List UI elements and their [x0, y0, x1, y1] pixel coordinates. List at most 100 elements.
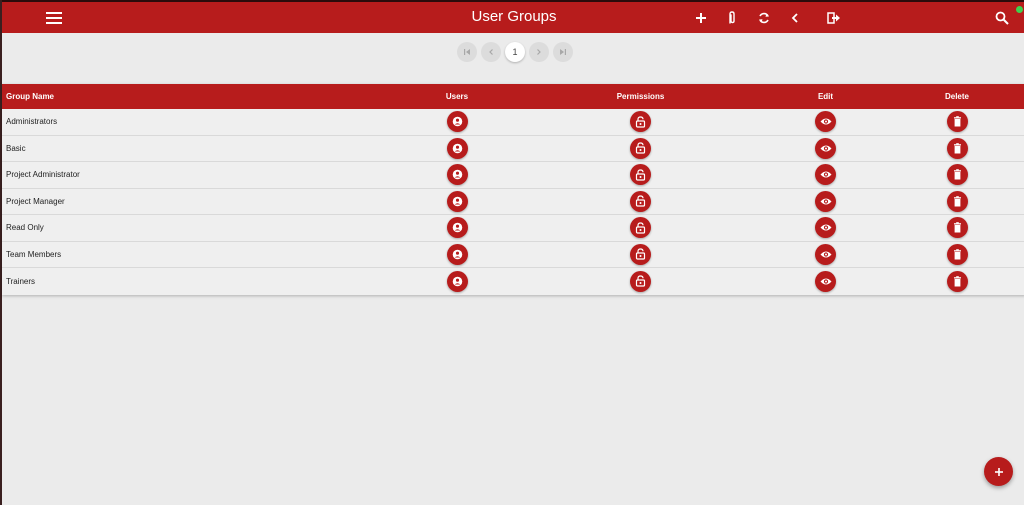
- permissions-cell: [547, 217, 734, 239]
- last-page-icon[interactable]: [553, 42, 573, 62]
- header-edit: Edit: [817, 92, 834, 101]
- permissions-cell: [547, 270, 734, 292]
- users-button[interactable]: [446, 243, 468, 265]
- status-indicator: [1016, 6, 1023, 13]
- eye-icon: [820, 144, 832, 153]
- users-cell: [367, 190, 547, 212]
- header-delete: Delete: [944, 92, 969, 101]
- header-group-name: Group Name: [6, 92, 55, 101]
- edit-cell: [734, 217, 917, 239]
- users-button[interactable]: [446, 137, 468, 159]
- group-name-cell: Project Manager: [6, 196, 65, 206]
- user-icon: [452, 169, 463, 180]
- edit-button[interactable]: [815, 217, 836, 239]
- users-cell: [367, 164, 547, 186]
- delete-button[interactable]: [946, 164, 968, 186]
- group-name-cell: Read Only: [6, 223, 44, 233]
- user-icon: [452, 222, 463, 233]
- edit-cell: [734, 164, 917, 186]
- table-row: Read Only: [2, 215, 1024, 242]
- lock-icon: [635, 116, 646, 128]
- permissions-button[interactable]: [630, 111, 651, 133]
- page-title: User Groups: [471, 8, 557, 25]
- users-cell: [367, 217, 547, 239]
- edit-cell: [734, 243, 917, 265]
- delete-cell: [917, 111, 997, 133]
- back-icon[interactable]: [783, 6, 807, 30]
- user-icon: [452, 249, 463, 260]
- edit-cell: [734, 270, 917, 292]
- first-page-icon[interactable]: [457, 42, 477, 62]
- delete-cell: [917, 190, 997, 212]
- delete-button[interactable]: [946, 137, 968, 159]
- delete-button[interactable]: [946, 190, 968, 212]
- edit-button[interactable]: [815, 164, 836, 186]
- eye-icon: [820, 250, 832, 259]
- delete-button[interactable]: [946, 217, 968, 239]
- attach-icon[interactable]: [720, 6, 744, 30]
- delete-button[interactable]: [946, 270, 968, 292]
- search-icon[interactable]: [990, 6, 1014, 30]
- header-users: Users: [445, 92, 469, 101]
- table-header: Group Name Users Permissions Edit Delete: [2, 84, 1024, 109]
- edit-button[interactable]: [815, 190, 836, 212]
- permissions-button[interactable]: [630, 164, 651, 186]
- refresh-icon[interactable]: [752, 6, 776, 30]
- permissions-button[interactable]: [630, 190, 651, 212]
- table-body: Administrators Basic Project Administrator…: [2, 109, 1024, 295]
- edit-button[interactable]: [815, 111, 836, 133]
- edit-button[interactable]: [815, 137, 836, 159]
- lock-icon: [635, 275, 646, 287]
- lock-icon: [635, 195, 646, 207]
- users-button[interactable]: [446, 190, 468, 212]
- prev-page-icon[interactable]: [481, 42, 501, 62]
- delete-button[interactable]: [946, 243, 968, 265]
- eye-icon: [820, 277, 832, 286]
- user-icon: [452, 276, 463, 287]
- logout-icon[interactable]: [822, 6, 846, 30]
- users-button[interactable]: [446, 111, 468, 133]
- user-icon: [452, 143, 463, 154]
- table-row: Project Administrator: [2, 162, 1024, 189]
- permissions-cell: [547, 190, 734, 212]
- add-group-button[interactable]: [984, 457, 1013, 486]
- table-row: Team Members: [2, 242, 1024, 268]
- table-row: Project Manager: [2, 189, 1024, 215]
- app-window: User Groups 1 Group Name Users Permissio…: [0, 0, 1024, 505]
- delete-cell: [917, 164, 997, 186]
- users-cell: [367, 111, 547, 133]
- user-icon: [452, 196, 463, 207]
- trash-icon: [953, 248, 962, 260]
- group-name-cell: Project Administrator: [6, 170, 80, 180]
- users-button[interactable]: [446, 270, 468, 292]
- add-icon[interactable]: [689, 6, 713, 30]
- table-row: Administrators: [2, 109, 1024, 136]
- users-button[interactable]: [446, 164, 468, 186]
- permissions-cell: [547, 164, 734, 186]
- delete-cell: [917, 243, 997, 265]
- edit-cell: [734, 111, 917, 133]
- edit-button[interactable]: [815, 270, 836, 292]
- trash-icon: [953, 275, 962, 287]
- edit-cell: [734, 190, 917, 212]
- delete-button[interactable]: [946, 111, 968, 133]
- edit-button[interactable]: [815, 243, 836, 265]
- users-cell: [367, 243, 547, 265]
- page-number[interactable]: 1: [505, 42, 525, 62]
- permissions-button[interactable]: [630, 137, 651, 159]
- permissions-button[interactable]: [630, 243, 651, 265]
- table-row: Trainers: [2, 268, 1024, 295]
- users-button[interactable]: [446, 217, 468, 239]
- trash-icon: [953, 116, 962, 127]
- group-name-cell: Trainers: [6, 276, 36, 286]
- trash-icon: [953, 169, 962, 180]
- group-name-cell: Team Members: [6, 249, 62, 259]
- lock-icon: [635, 248, 646, 260]
- user-icon: [452, 116, 463, 127]
- permissions-button[interactable]: [630, 217, 651, 239]
- delete-cell: [917, 217, 997, 239]
- lock-icon: [635, 142, 646, 154]
- next-page-icon[interactable]: [529, 42, 549, 62]
- permissions-button[interactable]: [630, 270, 651, 292]
- user-groups-table: Group Name Users Permissions Edit Delete…: [2, 84, 1024, 295]
